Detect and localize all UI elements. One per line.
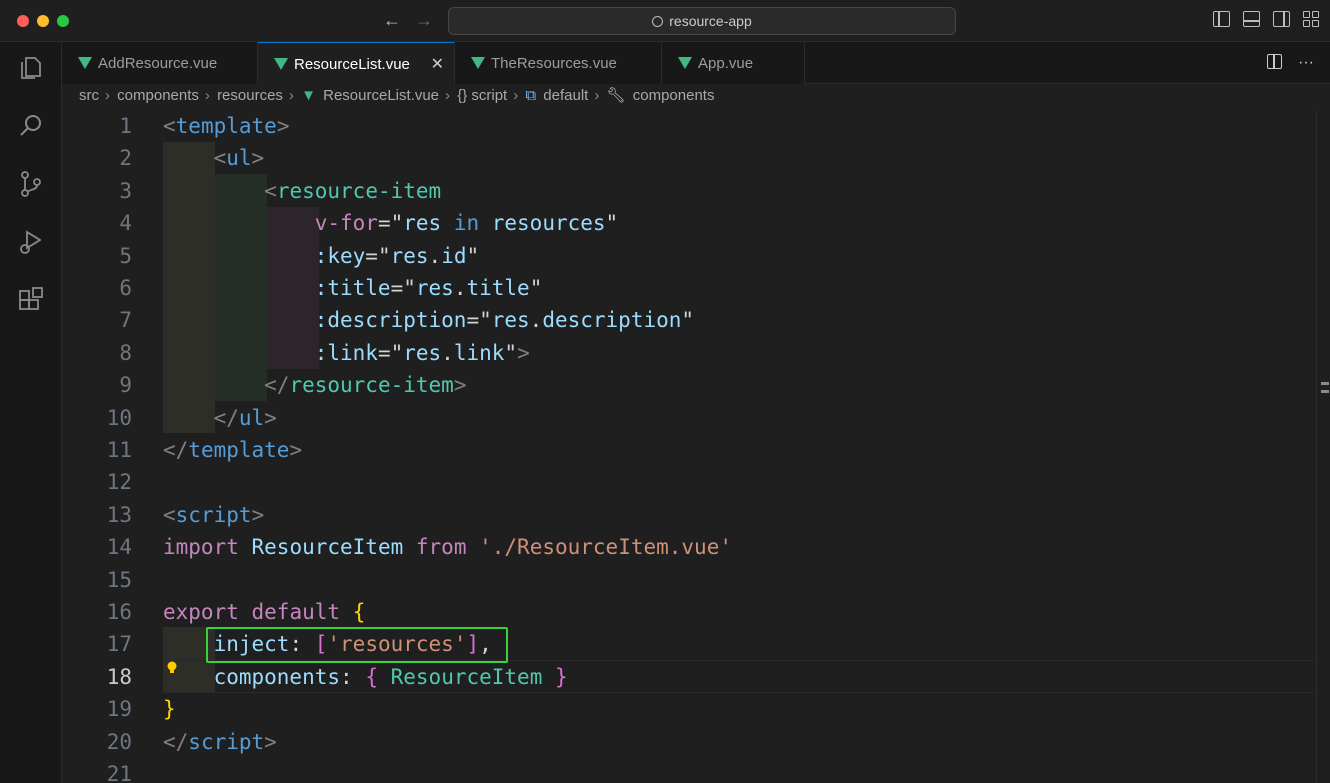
forward-arrow-icon[interactable]: → <box>415 10 433 31</box>
code-line[interactable]: 15 <box>62 564 1316 597</box>
wrench-icon: 🔧︎ <box>606 87 626 104</box>
breadcrumb-item[interactable]: ResourceList.vue <box>323 87 439 104</box>
toggle-secondary-sidebar-icon[interactable] <box>1273 11 1290 27</box>
tab-resourcelist[interactable]: ResourceList.vue ✕ <box>258 42 455 85</box>
vertical-scrollbar[interactable] <box>1316 110 1330 783</box>
breadcrumb-item[interactable]: {} script <box>457 87 507 104</box>
code-line[interactable]: 19} <box>62 693 1316 726</box>
vue-file-icon <box>471 57 485 69</box>
code-line[interactable]: 3 <resource-item <box>62 175 1316 208</box>
breadcrumb-item[interactable]: components <box>117 87 199 104</box>
extensions-icon[interactable] <box>17 286 45 314</box>
toggle-primary-sidebar-icon[interactable] <box>1213 11 1230 27</box>
toggle-panel-icon[interactable] <box>1243 11 1260 27</box>
command-center-search[interactable]: resource-app <box>448 7 956 35</box>
code-line[interactable]: 2 <ul> <box>62 142 1316 175</box>
close-tab-icon[interactable]: ✕ <box>431 54 444 74</box>
run-and-debug-icon[interactable] <box>17 228 45 256</box>
customize-layout-icon[interactable] <box>1303 11 1320 27</box>
breadcrumb-item[interactable]: default <box>543 87 588 104</box>
zoom-window-button[interactable] <box>57 15 69 27</box>
lightbulb-icon[interactable] <box>166 661 178 675</box>
vue-file-icon <box>678 57 692 69</box>
activity-bar <box>0 42 62 783</box>
breadcrumb-item[interactable]: src <box>79 87 99 104</box>
code-line[interactable]: 16 export default { <box>62 596 1316 629</box>
code-line[interactable]: 13 <script> <box>62 499 1316 532</box>
code-line[interactable]: 9 </resource-item> <box>62 369 1316 402</box>
close-window-button[interactable] <box>17 15 29 27</box>
annotation-highlight-box <box>206 627 508 663</box>
tab-app[interactable]: App.vue <box>662 42 805 84</box>
tab-theresources[interactable]: TheResources.vue <box>455 42 662 84</box>
editor-tab-bar: AddResource.vue ResourceList.vue ✕ TheRes… <box>62 42 1330 85</box>
code-line[interactable]: 6 :title="res.title" <box>62 272 1316 305</box>
breadcrumb-item[interactable]: resources <box>217 87 283 104</box>
source-control-icon[interactable] <box>17 170 45 198</box>
code-line[interactable]: 10 </ul> <box>62 402 1316 435</box>
code-line[interactable]: 8 :link="res.link"> <box>62 337 1316 370</box>
search-icon <box>652 16 664 27</box>
symbol-module-icon: ⧉ <box>525 87 537 104</box>
breadcrumb-item[interactable]: components <box>633 87 715 104</box>
code-line[interactable]: 7 :description="res.description" <box>62 304 1316 337</box>
vue-file-icon: ▼ <box>301 87 316 104</box>
breadcrumb: src › components › resources › ▼ ResourceLi… <box>79 87 715 104</box>
split-editor-icon[interactable] <box>1267 54 1283 69</box>
back-arrow-icon[interactable]: ← <box>383 10 401 31</box>
window-title: resource-app <box>669 13 752 29</box>
title-bar: ← → resource-app <box>0 0 1330 42</box>
code-line[interactable]: 5 :key="res.id" <box>62 240 1316 273</box>
vue-file-icon <box>78 57 92 69</box>
code-line[interactable]: 18 components: { ResourceItem } <box>62 661 1316 694</box>
code-line[interactable]: 14 import ResourceItem from './ResourceIt… <box>62 531 1316 564</box>
code-line[interactable]: 21 <box>62 758 1316 783</box>
code-line[interactable]: 12 <box>62 466 1316 499</box>
code-line[interactable]: 11 </template> <box>62 434 1316 467</box>
code-line[interactable]: 20 </script> <box>62 726 1316 759</box>
more-actions-icon[interactable]: ··· <box>1298 54 1314 72</box>
tab-addresource[interactable]: AddResource.vue <box>62 42 258 84</box>
code-line[interactable]: 1 <template> <box>62 110 1316 143</box>
code-line[interactable]: 4 v-for="res in resources" <box>62 207 1316 240</box>
search-icon[interactable] <box>17 112 45 140</box>
explorer-icon[interactable] <box>17 54 45 82</box>
minimize-window-button[interactable] <box>37 15 49 27</box>
vue-file-icon <box>274 58 288 70</box>
code-editor[interactable]: 1 <template> 2 <ul> 3 <resource-item 4 v-… <box>62 110 1316 783</box>
